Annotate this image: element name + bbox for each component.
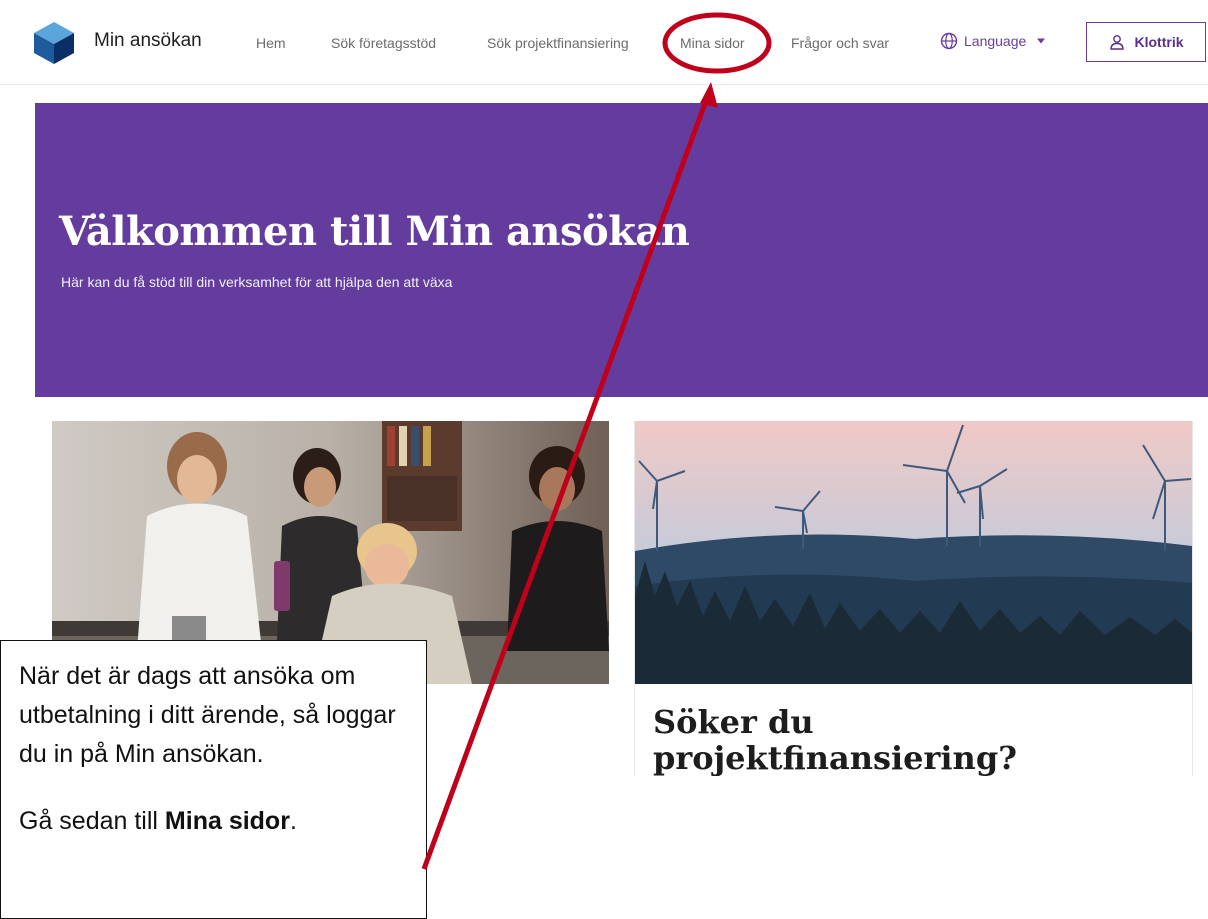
cube-logo[interactable] — [32, 20, 76, 66]
nav-sok-foretagsstod[interactable]: Sök företagsstöd — [331, 35, 436, 51]
wind-turbines-forest-photo — [635, 421, 1192, 684]
nav-fragor-och-svar[interactable]: Frågor och svar — [791, 35, 889, 51]
callout-instruction: Gå sedan till Mina sidor. — [19, 807, 297, 835]
hero-subtitle: Här kan du få stöd till din verksamhet f… — [61, 274, 453, 290]
top-navbar: Min ansökan Hem Sök företagsstöd Sök pro… — [0, 0, 1208, 85]
hero-banner: Välkommen till Min ansökan Här kan du få… — [35, 103, 1208, 397]
user-account-button[interactable]: Klottrik — [1086, 22, 1206, 62]
caret-down-icon — [1037, 38, 1046, 44]
callout-highlight: Mina sidor — [164, 807, 290, 835]
instruction-callout: När det är dags att ansöka om utbetalnin… — [0, 640, 427, 919]
language-label: Language — [964, 33, 1027, 49]
hero-title: Välkommen till Min ansökan — [59, 208, 690, 255]
user-icon — [1109, 35, 1124, 50]
nav-hem[interactable]: Hem — [256, 35, 286, 51]
globe-icon — [940, 32, 958, 50]
user-name: Klottrik — [1134, 34, 1184, 50]
card-projektfinansiering[interactable]: Söker du projektfinansiering? — [634, 421, 1193, 776]
nav-sok-projektfinansiering[interactable]: Sök projektfinansiering — [487, 35, 629, 51]
brand-name[interactable]: Min ansökan — [94, 30, 202, 52]
language-selector[interactable]: Language — [940, 32, 1046, 50]
nav-mina-sidor[interactable]: Mina sidor — [680, 35, 745, 51]
card-title-right: Söker du projektfinansiering? — [653, 703, 1017, 776]
callout-text: När det är dags att ansöka om utbetalnin… — [19, 662, 396, 768]
